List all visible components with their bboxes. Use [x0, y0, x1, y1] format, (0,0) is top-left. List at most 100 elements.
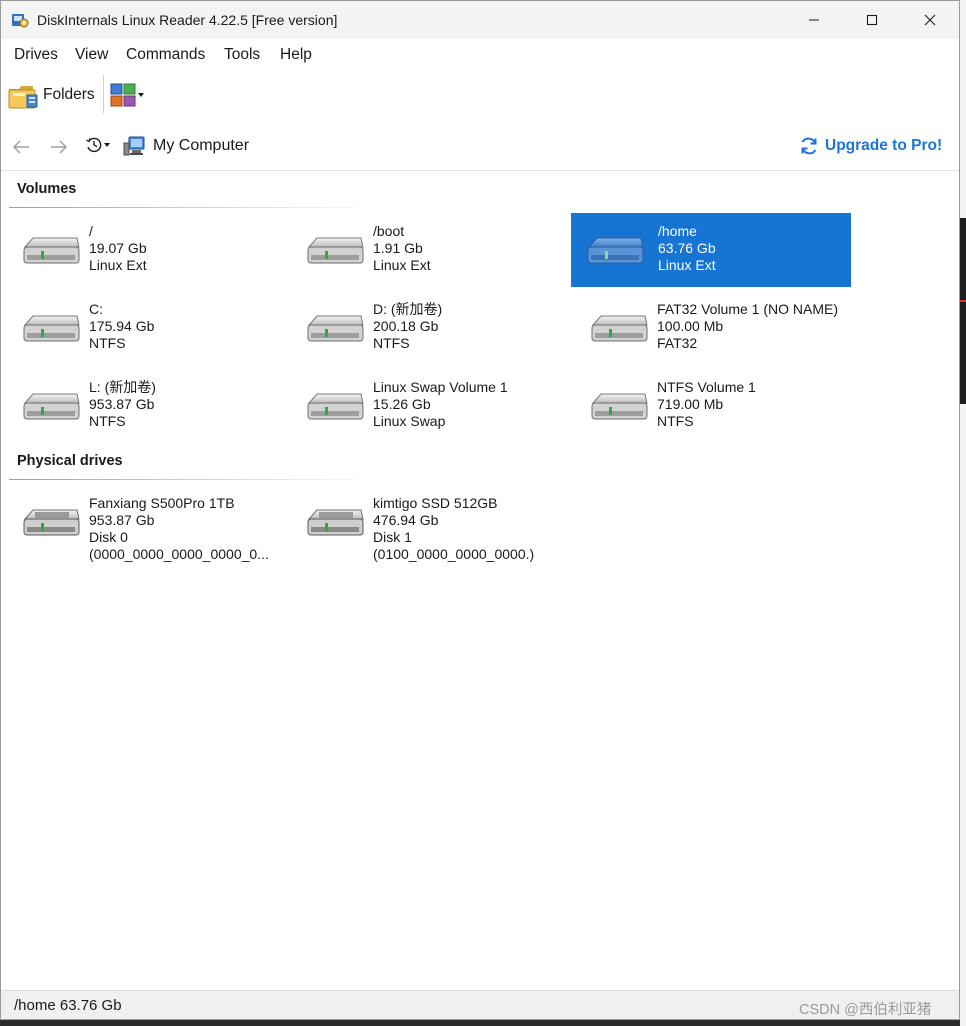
- history-button[interactable]: [85, 136, 111, 154]
- volume-size: 175.94 Gb: [89, 318, 155, 334]
- folders-icon: [8, 86, 38, 109]
- toolbar: Folders: [1, 69, 959, 123]
- volume-name: D: (新加卷): [373, 301, 443, 317]
- volume-size: 15.26 Gb: [373, 396, 431, 412]
- physical-drive-tile[interactable]: Fanxiang S500Pro 1TB 953.87 Gb Disk 0 (0…: [7, 485, 287, 577]
- volume-size: 719.00 Mb: [657, 396, 724, 412]
- view-mode-button[interactable]: [109, 81, 145, 109]
- status-text: /home 63.76 Gb: [14, 997, 122, 1014]
- volume-tile-selected[interactable]: /home 63.76 Gb Linux Ext: [571, 213, 851, 287]
- volume-size: 100.00 Mb: [657, 318, 724, 334]
- navigation-bar: My Computer Upgrade to Pro!: [1, 123, 959, 171]
- dropdown-arrow-icon: [138, 93, 144, 97]
- volume-tile[interactable]: FAT32 Volume 1 (NO NAME) 100.00 Mb FAT32: [575, 291, 855, 365]
- physical-drive-tile[interactable]: kimtigo SSD 512GB 476.94 Gb Disk 1 (0100…: [291, 485, 571, 577]
- drive-disk-number: Disk 0: [89, 529, 128, 545]
- volume-drive-icon: [23, 237, 80, 264]
- drives-view: Volumes / 19.07 Gb Linux Ext /boot 1.91 …: [1, 172, 959, 990]
- history-dropdown-icon: [104, 143, 110, 147]
- volume-filesystem: Linux Ext: [373, 257, 431, 273]
- menu-help[interactable]: Help: [280, 46, 312, 64]
- app-window: DiskInternals Linux Reader 4.22.5 [Free …: [0, 0, 960, 1020]
- upgrade-link[interactable]: Upgrade to Pro!: [799, 136, 942, 156]
- volume-tile[interactable]: / 19.07 Gb Linux Ext: [7, 213, 287, 287]
- volume-drive-icon: [23, 315, 80, 342]
- volume-filesystem: FAT32: [657, 335, 698, 351]
- drive-model: kimtigo SSD 512GB: [373, 495, 498, 511]
- volume-tile[interactable]: L: (新加卷) 953.87 Gb NTFS: [7, 369, 287, 443]
- refresh-icon: [801, 137, 817, 155]
- upgrade-label: Upgrade to Pro!: [825, 137, 943, 154]
- section-physical-divider: [9, 479, 379, 480]
- location-label: My Computer: [153, 137, 250, 154]
- maximize-button[interactable]: [843, 1, 901, 39]
- drive-model: Fanxiang S500Pro 1TB: [89, 495, 235, 511]
- drive-serial: (0000_0000_0000_0000_0...: [89, 546, 269, 562]
- volume-tile[interactable]: Linux Swap Volume 1 15.26 Gb Linux Swap: [291, 369, 571, 443]
- volume-drive-icon: [587, 237, 644, 264]
- volume-tile[interactable]: D: (新加卷) 200.18 Gb NTFS: [291, 291, 571, 365]
- toolbar-separator: [103, 75, 104, 113]
- background-window-edge: [960, 0, 966, 1026]
- close-icon: [924, 14, 936, 26]
- physical-drive-icon: [23, 509, 80, 536]
- volume-filesystem: Linux Swap: [373, 413, 446, 429]
- drive-size: 953.87 Gb: [89, 512, 155, 528]
- volume-tile[interactable]: /boot 1.91 Gb Linux Ext: [291, 213, 571, 287]
- volume-name: C:: [89, 301, 103, 317]
- folders-label: Folders: [43, 86, 95, 103]
- volume-filesystem: Linux Ext: [658, 257, 716, 273]
- volume-size: 200.18 Gb: [373, 318, 439, 334]
- watermark-text: CSDN @西伯利亚猪: [799, 1002, 932, 1018]
- window-title: DiskInternals Linux Reader 4.22.5 [Free …: [37, 12, 338, 28]
- menu-tools[interactable]: Tools: [224, 46, 260, 64]
- volume-name: /boot: [373, 223, 405, 239]
- menu-bar: Drives View Commands Tools Help: [1, 39, 959, 69]
- volume-drive-icon: [23, 393, 80, 420]
- volume-name: /home: [658, 223, 697, 239]
- section-physical-title: Physical drives: [17, 453, 123, 469]
- volume-name: FAT32 Volume 1 (NO NAME): [657, 301, 839, 317]
- section-volumes-title: Volumes: [17, 181, 77, 197]
- back-arrow-icon[interactable]: [11, 137, 31, 157]
- volume-size: 19.07 Gb: [89, 240, 147, 256]
- menu-view[interactable]: View: [75, 46, 108, 64]
- menu-commands[interactable]: Commands: [126, 46, 205, 64]
- volume-name: NTFS Volume 1: [657, 379, 756, 395]
- volume-filesystem: NTFS: [89, 413, 126, 429]
- volume-filesystem: Linux Ext: [89, 257, 147, 273]
- forward-arrow-icon[interactable]: [49, 137, 69, 157]
- volume-drive-icon: [307, 237, 364, 264]
- volume-filesystem: NTFS: [657, 413, 694, 429]
- volume-name: /: [89, 223, 93, 239]
- location-breadcrumb[interactable]: My Computer: [123, 135, 249, 157]
- folders-button[interactable]: Folders: [7, 77, 95, 113]
- menu-drives[interactable]: Drives: [14, 46, 58, 64]
- drive-serial: (0100_0000_0000_0000.): [373, 546, 535, 562]
- volume-drive-icon: [307, 393, 364, 420]
- drive-disk-number: Disk 1: [373, 529, 412, 545]
- volume-tile[interactable]: C: 175.94 Gb NTFS: [7, 291, 287, 365]
- app-icon: [12, 14, 29, 28]
- volume-drive-icon: [307, 315, 364, 342]
- volume-tile[interactable]: NTFS Volume 1 719.00 Mb NTFS: [575, 369, 855, 443]
- volume-name: Linux Swap Volume 1: [373, 379, 508, 395]
- volume-drive-icon: [591, 315, 648, 342]
- minimize-icon: [809, 19, 819, 21]
- volume-name: L: (新加卷): [89, 379, 156, 395]
- drive-size: 476.94 Gb: [373, 512, 439, 528]
- maximize-icon: [866, 14, 878, 26]
- section-volumes-divider: [9, 207, 379, 208]
- volume-size: 953.87 Gb: [89, 396, 155, 412]
- background-red-line: [960, 300, 966, 302]
- volume-filesystem: NTFS: [89, 335, 126, 351]
- volume-size: 63.76 Gb: [658, 240, 716, 256]
- view-thumbnails-icon: [110, 83, 136, 107]
- volume-size: 1.91 Gb: [373, 240, 423, 256]
- background-dark-panel: [960, 218, 966, 404]
- volume-filesystem: NTFS: [373, 335, 410, 351]
- close-button[interactable]: [901, 1, 959, 39]
- title-bar[interactable]: DiskInternals Linux Reader 4.22.5 [Free …: [1, 1, 959, 39]
- minimize-button[interactable]: [785, 1, 843, 39]
- status-bar: /home 63.76 Gb CSDN @西伯利亚猪: [1, 990, 959, 1019]
